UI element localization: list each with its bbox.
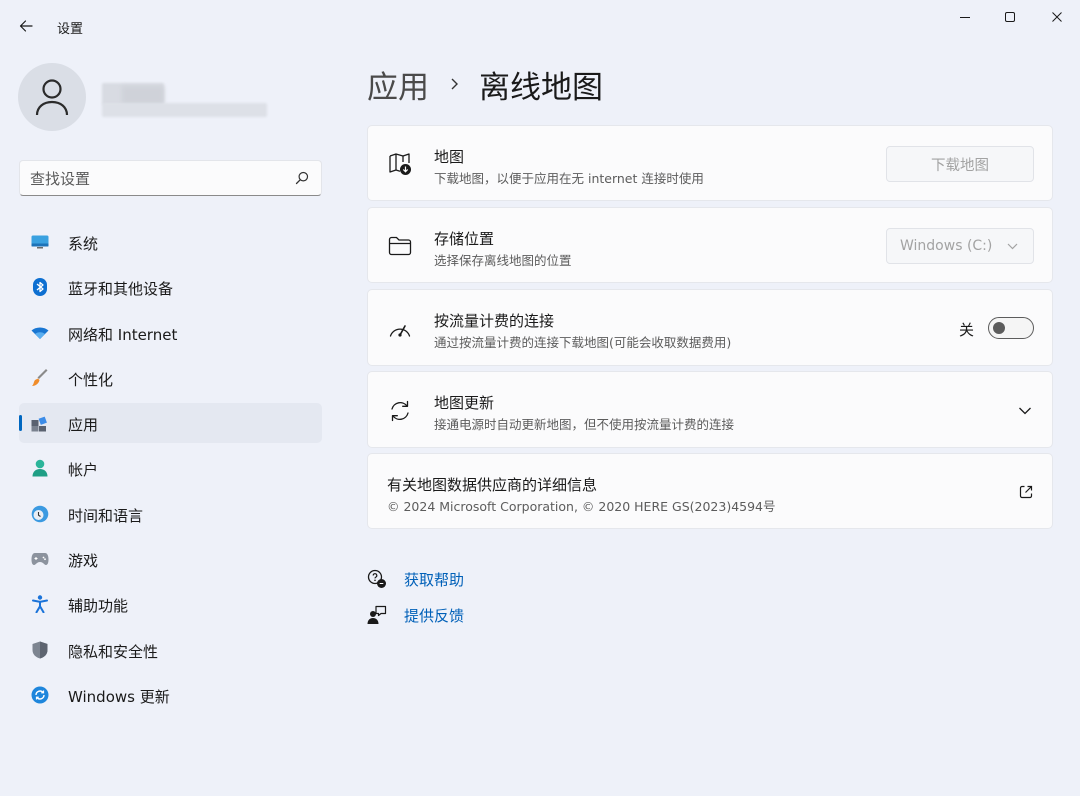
- sidebar-item-label: 系统: [68, 235, 99, 253]
- sidebar-item-label: 时间和语言: [68, 506, 144, 525]
- sidebar-item-system[interactable]: 系统: [19, 222, 322, 262]
- download-maps-button[interactable]: 下载地图: [886, 146, 1034, 182]
- brush-icon: [31, 368, 49, 387]
- speedometer-icon: [387, 316, 413, 342]
- sidebar-item-accessibility[interactable]: 辅助功能: [19, 584, 322, 624]
- storage-location-select[interactable]: Windows (C:): [886, 228, 1034, 264]
- minimize-button[interactable]: [942, 4, 988, 30]
- user-name-redacted-detail: [122, 86, 164, 104]
- sidebar-item-network[interactable]: 网络和 Internet: [19, 313, 322, 353]
- search-input[interactable]: [30, 168, 280, 190]
- map-download-icon: [387, 151, 413, 177]
- provider-title: 有关地图数据供应商的详细信息: [387, 476, 598, 494]
- update-icon: [31, 686, 49, 704]
- apps-icon: [31, 414, 49, 432]
- monitor-icon: [31, 233, 49, 251]
- help-chat-icon: [367, 569, 387, 589]
- sidebar-item-privacy[interactable]: 隐私和安全性: [19, 630, 322, 670]
- minimize-icon: [960, 17, 970, 18]
- breadcrumb: 应用 离线地图: [367, 62, 603, 106]
- sidebar-item-label: 辅助功能: [68, 597, 129, 616]
- sidebar-item-personalization[interactable]: 个性化: [19, 358, 322, 398]
- maximize-icon: [1005, 12, 1015, 22]
- close-button[interactable]: [1034, 4, 1080, 30]
- metered-connection-card: 按流量计费的连接 通过按流量计费的连接下载地图(可能会收取数据费用) 关: [367, 289, 1053, 366]
- chevron-down-icon[interactable]: [1018, 406, 1032, 416]
- search-icon[interactable]: [295, 171, 309, 185]
- sidebar-item-label: 帐户: [68, 461, 99, 480]
- storage-location-card: 存储位置 选择保存离线地图的位置 Windows (C:): [367, 207, 1053, 283]
- sidebar-item-label: 网络和 Internet: [68, 325, 178, 344]
- maps-description: 下载地图，以便于应用在无 internet 连接时使用: [434, 171, 704, 186]
- external-link-icon[interactable]: [1018, 484, 1034, 500]
- sidebar-item-label: 个性化: [68, 370, 114, 389]
- get-help-link[interactable]: 获取帮助: [367, 567, 464, 591]
- sidebar-item-label: 隐私和安全性: [68, 642, 159, 661]
- sync-icon: [387, 398, 413, 424]
- sidebar-item-label: 游戏: [68, 552, 99, 571]
- provider-description: © 2024 Microsoft Corporation, © 2020 HER…: [387, 499, 776, 514]
- give-feedback-label[interactable]: 提供反馈: [404, 605, 464, 626]
- storage-location-value: Windows (C:): [900, 238, 993, 254]
- sidebar-item-label: 蓝牙和其他设备: [68, 280, 174, 299]
- accessibility-icon: [31, 595, 49, 614]
- wifi-icon: [31, 324, 49, 342]
- maximize-button[interactable]: [987, 4, 1033, 30]
- sidebar-item-time-language[interactable]: 时间和语言: [19, 494, 322, 534]
- get-help-label[interactable]: 获取帮助: [404, 569, 464, 590]
- search-box[interactable]: [19, 160, 322, 196]
- sidebar-item-label: Windows 更新: [68, 687, 170, 706]
- map-updates-title: 地图更新: [434, 394, 495, 412]
- sidebar-nav: 系统 蓝牙和其他设备 网络和 Internet 个性化 应用 帐户 时间和语言 …: [19, 222, 322, 720]
- person-icon: [31, 459, 49, 477]
- back-arrow-icon: [19, 20, 33, 32]
- bluetooth-icon: [31, 278, 49, 297]
- user-email-redacted: [102, 103, 267, 117]
- selection-indicator: [19, 415, 22, 432]
- sidebar-item-windows-update[interactable]: Windows 更新: [19, 675, 322, 715]
- page-title: 离线地图: [479, 69, 603, 106]
- map-provider-card[interactable]: 有关地图数据供应商的详细信息 © 2024 Microsoft Corporat…: [367, 453, 1053, 529]
- sidebar-item-bluetooth[interactable]: 蓝牙和其他设备: [19, 267, 322, 307]
- maps-title: 地图: [434, 148, 465, 166]
- chevron-down-icon: [1007, 243, 1018, 250]
- storage-description: 选择保存离线地图的位置: [434, 253, 572, 268]
- sidebar-item-accounts[interactable]: 帐户: [19, 448, 322, 488]
- title-bar: 设置: [0, 0, 1080, 48]
- metered-title: 按流量计费的连接: [434, 312, 555, 330]
- give-feedback-link[interactable]: 提供反馈: [367, 603, 464, 627]
- toggle-knob: [993, 322, 1005, 334]
- avatar[interactable]: [18, 63, 86, 131]
- metered-description: 通过按流量计费的连接下载地图(可能会收取数据费用): [434, 335, 732, 350]
- shield-icon: [31, 641, 49, 659]
- breadcrumb-parent[interactable]: 应用: [367, 62, 429, 107]
- back-button[interactable]: [14, 14, 38, 38]
- storage-title: 存储位置: [434, 230, 495, 248]
- sidebar-item-apps[interactable]: 应用: [19, 403, 322, 444]
- map-updates-description: 接通电源时自动更新地图，但不使用按流量计费的连接: [434, 417, 735, 432]
- person-icon: [35, 79, 69, 116]
- feedback-icon: [367, 605, 387, 625]
- maps-card: 地图 下载地图，以便于应用在无 internet 连接时使用 下载地图: [367, 125, 1053, 201]
- gamepad-icon: [31, 550, 49, 568]
- metered-toggle-state: 关: [958, 321, 974, 339]
- map-updates-card[interactable]: 地图更新 接通电源时自动更新地图，但不使用按流量计费的连接: [367, 371, 1053, 448]
- folder-icon: [387, 233, 413, 259]
- chevron-right-icon: [451, 78, 458, 90]
- window-title: 设置: [57, 22, 84, 37]
- clock-globe-icon: [31, 505, 49, 523]
- sidebar-item-label: 应用: [68, 416, 99, 435]
- sidebar-item-gaming[interactable]: 游戏: [19, 539, 322, 579]
- close-icon: [1052, 12, 1062, 22]
- metered-toggle[interactable]: [988, 317, 1034, 339]
